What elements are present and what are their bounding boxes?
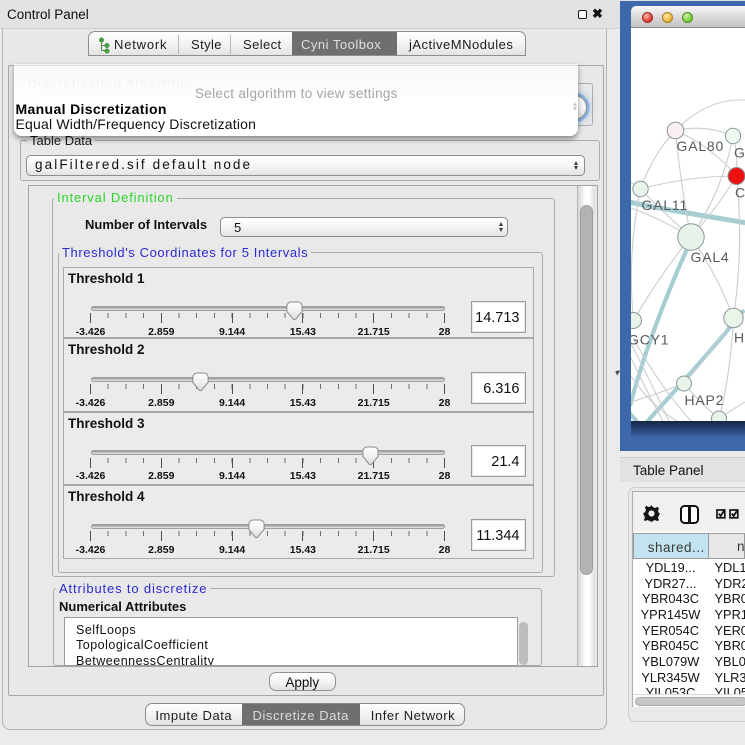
svg-text:GAL11: GAL11 — [642, 197, 689, 213]
svg-text:GAL4: GAL4 — [691, 249, 730, 265]
svg-text:GAL80: GAL80 — [677, 138, 725, 154]
svg-text:GCY1: GCY1 — [631, 332, 669, 348]
svg-text:C: C — [735, 185, 745, 201]
svg-text:GA: GA — [734, 145, 745, 161]
svg-text:H: H — [734, 330, 745, 346]
svg-text:HAP2: HAP2 — [685, 392, 725, 408]
